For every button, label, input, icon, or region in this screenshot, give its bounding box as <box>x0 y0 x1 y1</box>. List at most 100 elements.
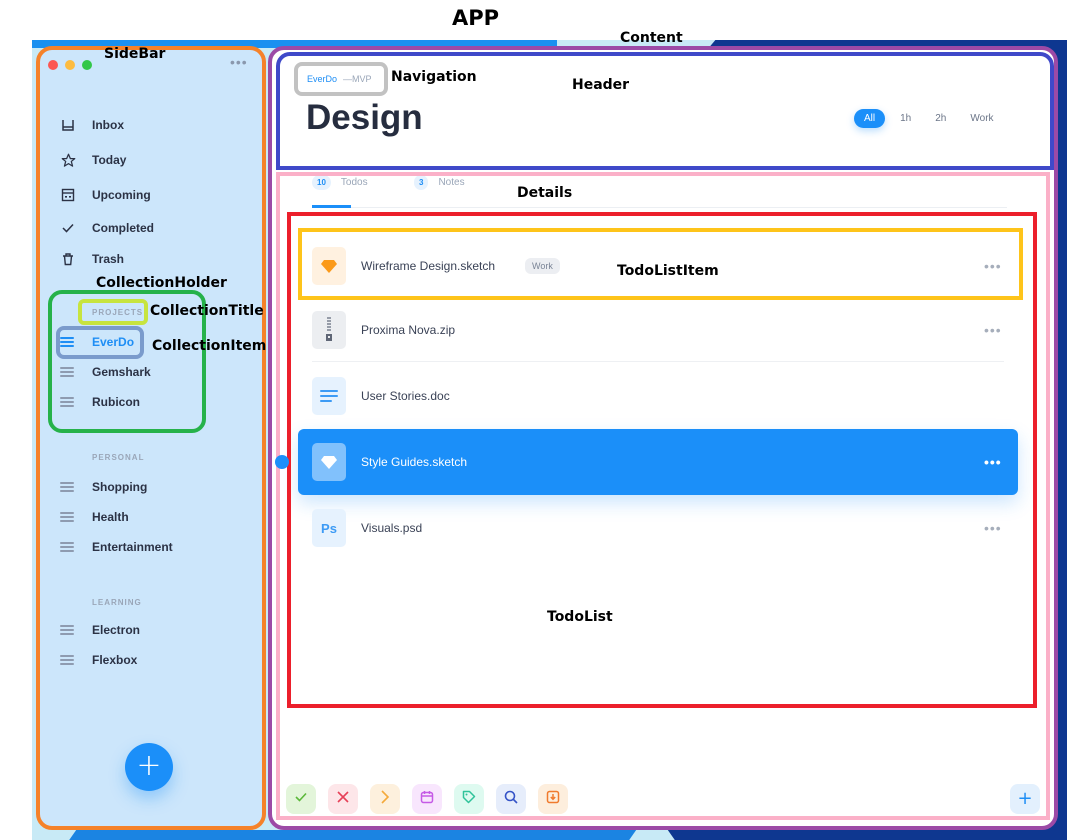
sidebar-item-label: Inbox <box>92 118 124 132</box>
collection-item-health[interactable]: Health <box>60 507 129 527</box>
forward-button[interactable] <box>370 784 400 814</box>
sidebar-item-label: Trash <box>92 252 125 266</box>
todo-name: User Stories.doc <box>361 389 450 403</box>
sidebar-item-today[interactable]: Today <box>60 150 126 170</box>
app-root: ••• Inbox Today Upcoming Completed Trash… <box>0 0 1067 840</box>
breadcrumb-sub: —MVP <box>343 74 372 84</box>
todo-list-item[interactable]: User Stories.doc <box>298 364 1018 428</box>
collection-item-label: Electron <box>92 623 141 637</box>
list-icon <box>60 542 74 552</box>
tab-todos[interactable]: 10 Todos <box>312 175 368 190</box>
todo-more-button[interactable]: ••• <box>984 322 1002 338</box>
tag-button[interactable] <box>454 784 484 814</box>
add-collection-button[interactable]: + <box>125 743 173 791</box>
chevron-right-icon <box>380 789 390 809</box>
action-toolbar <box>286 784 568 814</box>
sidebar-item-trash[interactable]: Trash <box>60 249 124 269</box>
sidebar-item-label: Today <box>92 153 127 167</box>
collection-item-entertainment[interactable]: Entertainment <box>60 537 173 557</box>
sidebar-item-inbox[interactable]: Inbox <box>60 115 124 135</box>
doc-icon <box>312 377 346 415</box>
filter-2h[interactable]: 2h <box>926 109 955 128</box>
collection-item-shopping[interactable]: Shopping <box>60 477 147 497</box>
list-icon <box>60 482 74 492</box>
todo-more-button[interactable]: ••• <box>984 454 1002 470</box>
tab-count: 10 <box>312 175 331 190</box>
maximize-window-button[interactable] <box>82 60 92 70</box>
sidebar-item-label: Upcoming <box>92 188 151 202</box>
collection-title-projects: PROJECTS <box>92 308 144 317</box>
sidebar-more-button[interactable]: ••• <box>230 54 248 70</box>
collection-item-label: Rubicon <box>92 395 140 409</box>
sidebar: ••• Inbox Today Upcoming Completed Trash… <box>38 48 264 828</box>
todo-more-button[interactable]: ••• <box>984 520 1002 536</box>
annotation-label-details: Details <box>517 185 573 201</box>
close-icon <box>337 790 349 808</box>
import-button[interactable] <box>538 784 568 814</box>
calendar-icon <box>420 790 434 809</box>
schedule-button[interactable] <box>412 784 442 814</box>
search-button[interactable] <box>496 784 526 814</box>
todo-list-item[interactable]: Ps Visuals.psd ••• <box>298 496 1018 560</box>
check-icon <box>294 790 308 809</box>
add-todo-button[interactable]: + <box>1010 784 1040 814</box>
window-controls <box>48 60 92 70</box>
minimize-window-button[interactable] <box>65 60 75 70</box>
collection-title-learning: LEARNING <box>92 598 142 607</box>
list-icon <box>60 512 74 522</box>
search-icon <box>504 790 518 809</box>
collection-item-everdo[interactable]: EverDo <box>60 332 134 352</box>
collection-item-rubicon[interactable]: Rubicon <box>60 392 140 412</box>
psd-icon: Ps <box>312 509 346 547</box>
collection-item-label: Flexbox <box>92 653 138 667</box>
annotation-label-collectionholder: CollectionHolder <box>96 275 227 291</box>
breadcrumb: EverDo —MVP <box>307 74 372 84</box>
todo-tag[interactable]: Work <box>525 258 560 274</box>
todo-name: Proxima Nova.zip <box>361 323 456 337</box>
filter-work[interactable]: Work <box>961 109 1002 128</box>
close-window-button[interactable] <box>48 60 58 70</box>
trash-icon <box>60 251 76 267</box>
tab-label: Notes <box>438 177 465 188</box>
todo-name: Style Guides.sketch <box>361 455 468 469</box>
sidebar-collapse-handle[interactable] <box>275 455 289 469</box>
annotation-label-todolist: TodoList <box>547 609 613 625</box>
collection-item-flexbox[interactable]: Flexbox <box>60 650 137 670</box>
list-icon <box>60 337 74 347</box>
annotation-label-navigation: Navigation <box>391 69 477 85</box>
annotation-label-sidebar: SideBar <box>104 46 166 62</box>
todo-more-button[interactable]: ••• <box>984 258 1002 274</box>
todo-list-item[interactable]: Proxima Nova.zip ••• <box>298 298 1018 362</box>
import-icon <box>546 790 560 809</box>
page-title: Design <box>306 98 423 137</box>
filter-all[interactable]: All <box>854 109 886 128</box>
sketch-icon <box>312 443 346 481</box>
tab-active-indicator <box>312 205 351 208</box>
calendar-icon <box>60 187 76 203</box>
bg-stripe <box>667 830 1067 840</box>
list-icon <box>60 655 74 665</box>
tag-icon <box>462 790 476 809</box>
sidebar-item-completed[interactable]: Completed <box>60 218 154 238</box>
star-icon <box>60 152 76 168</box>
list-icon <box>60 397 74 407</box>
filter-group: All 1h 2h Work <box>854 109 1009 128</box>
complete-button[interactable] <box>286 784 316 814</box>
check-icon <box>60 220 76 236</box>
collection-item-electron[interactable]: Electron <box>60 620 140 640</box>
bg-stripe <box>67 830 637 840</box>
details-tabs: 10 Todos 3 Notes <box>312 172 1007 208</box>
breadcrumb-project-link[interactable]: EverDo <box>307 74 337 84</box>
content: EverDo —MVP Design All 1h 2h Work 10 Tod… <box>272 48 1056 828</box>
annotation-label-collectiontitle: CollectionTitle <box>150 303 264 319</box>
delete-button[interactable] <box>328 784 358 814</box>
collection-item-label: EverDo <box>92 335 135 349</box>
sidebar-item-upcoming[interactable]: Upcoming <box>60 185 151 205</box>
collection-item-gemshark[interactable]: Gemshark <box>60 362 151 382</box>
tab-notes[interactable]: 3 Notes <box>414 175 465 190</box>
todo-list-item-selected[interactable]: Style Guides.sketch ••• <box>298 429 1018 495</box>
annotation-label-todolistitem: TodoListItem <box>617 263 719 279</box>
collection-item-label: Health <box>92 510 129 524</box>
annotation-label-collectionitem: CollectionItem <box>152 338 267 354</box>
filter-1h[interactable]: 1h <box>891 109 920 128</box>
